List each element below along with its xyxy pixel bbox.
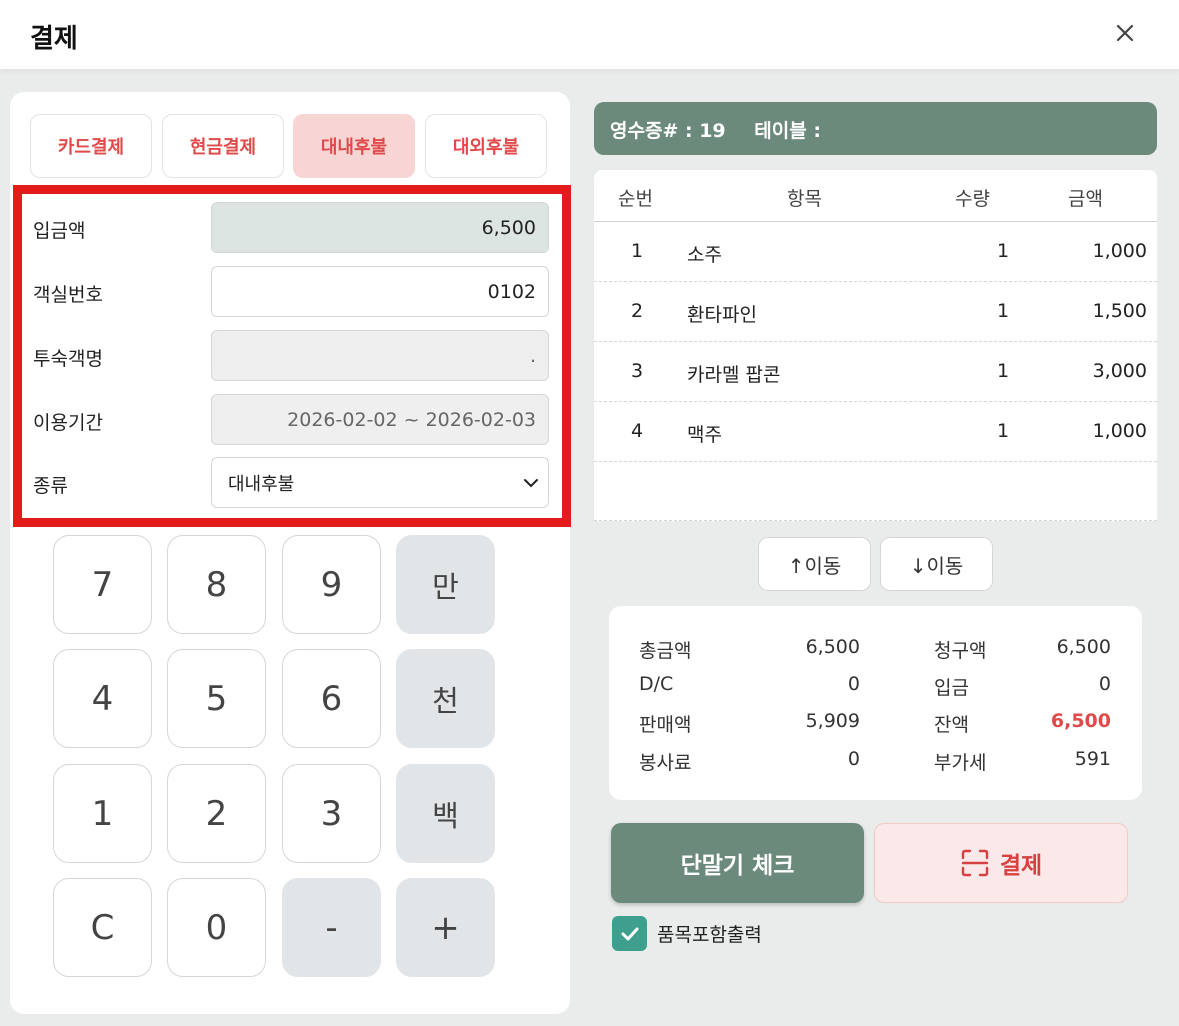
deposit-row: 입금액 6,500 [22, 202, 562, 254]
type-select[interactable]: 대내후불 [211, 457, 549, 508]
keypad-ten-thousand[interactable]: 만 [396, 535, 495, 634]
row-qty: 1 [997, 420, 1010, 442]
tab-card-payment[interactable]: 카드결제 [30, 114, 152, 178]
row-qty: 1 [997, 300, 1010, 322]
chevron-down-icon [524, 479, 538, 488]
keypad-9[interactable]: 9 [282, 535, 381, 634]
balance-label: 잔액 [934, 714, 969, 736]
keypad-5[interactable]: 5 [167, 649, 266, 748]
table-row[interactable]: 4 맥주 1 1,000 [594, 402, 1157, 462]
table-label: 테이블 : [754, 120, 821, 142]
row-amount: 1,500 [1092, 300, 1147, 322]
vat-label: 부가세 [934, 752, 987, 774]
dialog-title: 결제 [30, 24, 78, 54]
billed-label: 청구액 [934, 640, 987, 662]
room-number-field[interactable]: 0102 [211, 266, 549, 317]
deposit-label: 입금액 [33, 220, 86, 242]
row-qty: 1 [997, 240, 1010, 262]
deposit-amount-field[interactable]: 6,500 [211, 202, 549, 253]
type-select-value: 대내후불 [228, 473, 295, 495]
keypad-7[interactable]: 7 [53, 535, 152, 634]
row-qty: 1 [997, 360, 1010, 382]
guest-row: 투숙객명 . [22, 330, 562, 382]
keypad-4[interactable]: 4 [53, 649, 152, 748]
room-number-label: 객실번호 [33, 284, 103, 306]
move-down-button[interactable]: ↓이동 [880, 537, 993, 591]
keypad-minus[interactable]: - [282, 878, 381, 977]
row-no: 4 [631, 420, 644, 442]
paid-value: 0 [1098, 673, 1111, 695]
tab-external-deferred[interactable]: 대외후불 [425, 114, 547, 178]
keypad-thousand[interactable]: 천 [396, 649, 495, 748]
terminal-check-button[interactable]: 단말기 체크 [611, 823, 864, 903]
include-items-print-checkbox[interactable] [612, 916, 647, 951]
keypad-0[interactable]: 0 [167, 878, 266, 977]
scan-icon [961, 849, 989, 877]
vat-value: 591 [1074, 748, 1111, 770]
payment-summary: 총금액 6,500 D/C 0 판매액 5,909 봉사료 0 청구액 6,50… [609, 606, 1142, 800]
guest-name-field: . [211, 330, 549, 381]
order-items-table: 순번 항목 수량 금액 1 소주 1 1,000 2 환타파인 1 1,500 … [594, 170, 1157, 521]
billed-value: 6,500 [1056, 636, 1111, 658]
service-charge-value: 0 [847, 748, 860, 770]
row-no: 3 [631, 360, 644, 382]
pay-button[interactable]: 결제 [874, 823, 1128, 903]
stay-period-field: 2026-02-02 ~ 2026-02-03 [211, 394, 549, 445]
stay-period-label: 이용기간 [33, 412, 103, 434]
keypad-2[interactable]: 2 [167, 764, 266, 863]
table-row[interactable]: 2 환타파인 1 1,500 [594, 282, 1157, 342]
column-header-qty: 수량 [955, 188, 990, 210]
row-no: 1 [631, 240, 644, 262]
row-item: 환타파인 [687, 304, 757, 326]
balance-value: 6,500 [1050, 710, 1111, 732]
tab-cash-payment[interactable]: 현금결제 [162, 114, 284, 178]
row-no: 2 [631, 300, 644, 322]
row-amount: 1,000 [1092, 240, 1147, 262]
keypad-clear[interactable]: C [53, 878, 152, 977]
dc-label: D/C [639, 673, 674, 695]
table-row-empty [594, 462, 1157, 521]
sales-label: 판매액 [639, 714, 692, 736]
keypad-3[interactable]: 3 [282, 764, 381, 863]
type-row: 종류 대내후불 [22, 457, 562, 509]
row-item: 소주 [687, 244, 722, 266]
close-icon[interactable] [1110, 18, 1140, 48]
row-item: 맥주 [687, 424, 722, 446]
receipt-number: 영수증# : 19 [610, 120, 726, 142]
guest-name-label: 투숙객명 [33, 348, 103, 370]
row-item: 카라멜 팝콘 [687, 364, 781, 386]
keypad-hundred[interactable]: 백 [396, 764, 495, 863]
tab-internal-deferred[interactable]: 대내후불 [293, 114, 415, 178]
dialog-header: 결제 [0, 0, 1179, 69]
column-header-no: 순번 [618, 188, 653, 210]
include-items-print-label: 품목포함출력 [657, 924, 762, 946]
table-row[interactable]: 1 소주 1 1,000 [594, 222, 1157, 282]
row-amount: 1,000 [1092, 420, 1147, 442]
move-up-button[interactable]: ↑이동 [758, 537, 871, 591]
column-header-amount: 금액 [1068, 188, 1103, 210]
row-amount: 3,000 [1092, 360, 1147, 382]
keypad-6[interactable]: 6 [282, 649, 381, 748]
service-charge-label: 봉사료 [639, 752, 692, 774]
table-row[interactable]: 3 카라멜 팝콘 1 3,000 [594, 342, 1157, 402]
keypad-plus[interactable]: + [396, 878, 495, 977]
pay-button-label: 결제 [999, 853, 1043, 879]
paid-label: 입금 [934, 677, 969, 699]
period-row: 이용기간 2026-02-02 ~ 2026-02-03 [22, 394, 562, 446]
type-label: 종류 [33, 475, 68, 497]
total-label: 총금액 [639, 640, 692, 662]
check-icon [621, 927, 638, 940]
column-header-item: 항목 [787, 188, 822, 210]
sales-value: 5,909 [805, 710, 860, 732]
room-row: 객실번호 0102 [22, 266, 562, 318]
total-value: 6,500 [805, 636, 860, 658]
dc-value: 0 [847, 673, 860, 695]
form-fields: 입금액 6,500 객실번호 0102 투숙객명 . 이용기간 2026-02-… [22, 202, 562, 518]
keypad-8[interactable]: 8 [167, 535, 266, 634]
keypad-1[interactable]: 1 [53, 764, 152, 863]
receipt-header: 영수증# : 19 테이블 : [594, 102, 1157, 155]
